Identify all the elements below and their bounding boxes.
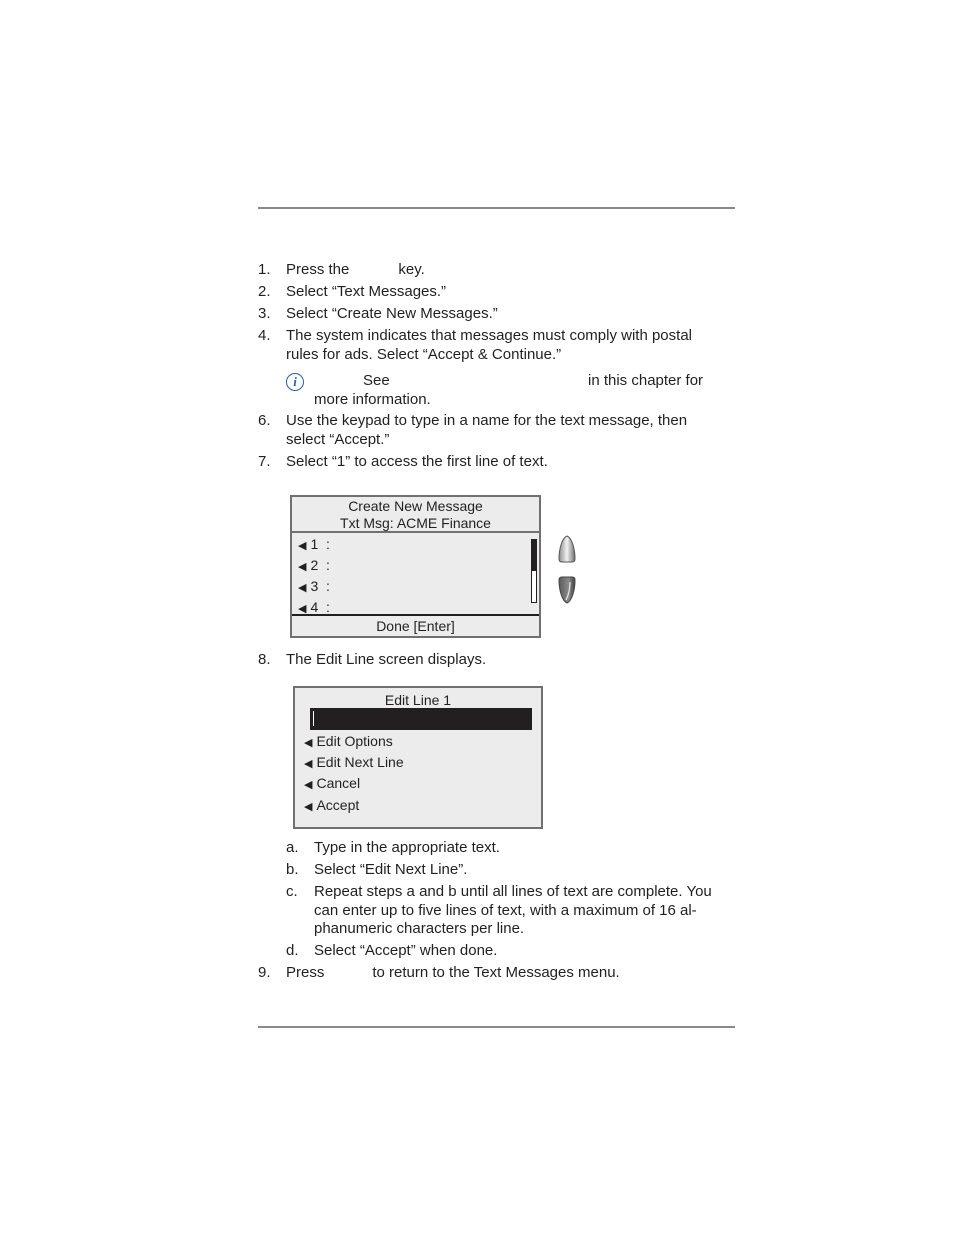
option-label: Edit Next Line — [316, 754, 404, 770]
screen-title: Edit Line 1 — [384, 692, 452, 708]
option-label: Cancel — [316, 775, 361, 791]
left-arrow-icon: ◀ — [298, 540, 307, 552]
line-label: 2 : — [310, 557, 330, 573]
note-text: more information. — [314, 391, 431, 408]
substep-text: Select “Edit Next Line”. — [314, 861, 468, 878]
note-text: See — [363, 372, 390, 389]
step-number: 7. — [258, 453, 271, 470]
step-text: Select “Create New Messages.” — [286, 305, 498, 322]
substep-text: Select “Accept” when done. — [314, 942, 498, 959]
screen-header: Create New Message Txt Msg: ACME Finance — [292, 497, 539, 533]
line-label: 4 : — [310, 599, 330, 615]
substep-letter: d. — [286, 942, 299, 959]
footer-rule — [258, 1026, 735, 1028]
line-label: 3 : — [310, 578, 330, 594]
up-arrow-key-icon[interactable] — [558, 535, 576, 563]
step-number: 8. — [258, 651, 271, 668]
line-item-2[interactable]: ◀ 2 : — [298, 556, 330, 574]
done-enter-button[interactable]: Done [Enter] — [292, 614, 539, 636]
step-number: 9. — [258, 964, 271, 981]
step-text: to return to the Text Messages menu. — [372, 964, 620, 981]
accept-option[interactable]: ◀ Accept — [304, 796, 359, 816]
step-text: Select “1” to access the first line of t… — [286, 453, 548, 470]
line-item-1[interactable]: ◀ 1 : — [298, 535, 330, 553]
screen-title: Create New Message — [348, 498, 483, 514]
substep-text-line: can enter up to five lines of text, with… — [314, 901, 697, 919]
substep-text-line: Repeat steps a and b until all lines of … — [314, 883, 712, 900]
line-item-3[interactable]: ◀ 3 : — [298, 577, 330, 595]
option-label: Accept — [316, 797, 360, 813]
left-arrow-icon: ◀ — [298, 561, 307, 573]
edit-line-screen: Edit Line 1 ◀ Edit Options ◀ Edit Next Lin… — [293, 686, 543, 829]
substep-letter: c. — [286, 883, 298, 900]
step-text-line: The system indicates that messages must … — [286, 327, 692, 344]
step-text: Press the — [286, 261, 350, 278]
down-arrow-key-icon[interactable] — [558, 576, 576, 604]
step-number: 3. — [258, 305, 271, 322]
step-number: 6. — [258, 412, 271, 429]
info-icon: i — [286, 373, 304, 391]
scrollbar[interactable] — [531, 539, 537, 603]
step-text-line: rules for ads. Select “Accept & Continue… — [286, 345, 562, 363]
substep-letter: b. — [286, 861, 299, 878]
line-text-input[interactable] — [310, 708, 532, 730]
edit-options-option[interactable]: ◀ Edit Options — [304, 732, 393, 752]
left-arrow-icon: ◀ — [304, 737, 313, 749]
option-label: Edit Options — [316, 733, 393, 749]
scrollbar-thumb[interactable] — [532, 540, 536, 571]
step-number: 4. — [258, 327, 271, 344]
step-text-line: Use the keypad to type in a name for the… — [286, 412, 688, 429]
step-text: Press — [286, 964, 325, 981]
step-number: 1. — [258, 261, 271, 278]
substep-text: Type in the appropriate text. — [314, 839, 500, 856]
text-cursor — [313, 711, 314, 726]
cancel-option[interactable]: ◀ Cancel — [304, 774, 360, 794]
step-text-line: select “Accept.” — [286, 430, 390, 448]
step-number: 2. — [258, 283, 271, 300]
create-message-screen: Create New Message Txt Msg: ACME Finance… — [290, 495, 541, 638]
left-arrow-icon: ◀ — [304, 779, 313, 791]
header-rule — [258, 207, 735, 209]
screen-subtitle: Txt Msg: ACME Finance — [340, 515, 491, 531]
note-text: in this chapter for — [588, 372, 704, 389]
step-text: The Edit Line screen displays. — [286, 651, 487, 668]
left-arrow-icon: ◀ — [304, 801, 313, 813]
substep-letter: a. — [286, 839, 299, 856]
left-arrow-icon: ◀ — [304, 758, 313, 770]
substep-text-line: phanumeric characters per line. — [314, 920, 525, 937]
left-arrow-icon: ◀ — [298, 582, 307, 594]
step-text: Select “Text Messages.” — [286, 283, 447, 300]
line-label: 1 : — [310, 536, 330, 552]
edit-next-line-option[interactable]: ◀ Edit Next Line — [304, 753, 404, 773]
step-text: key. — [398, 261, 425, 278]
